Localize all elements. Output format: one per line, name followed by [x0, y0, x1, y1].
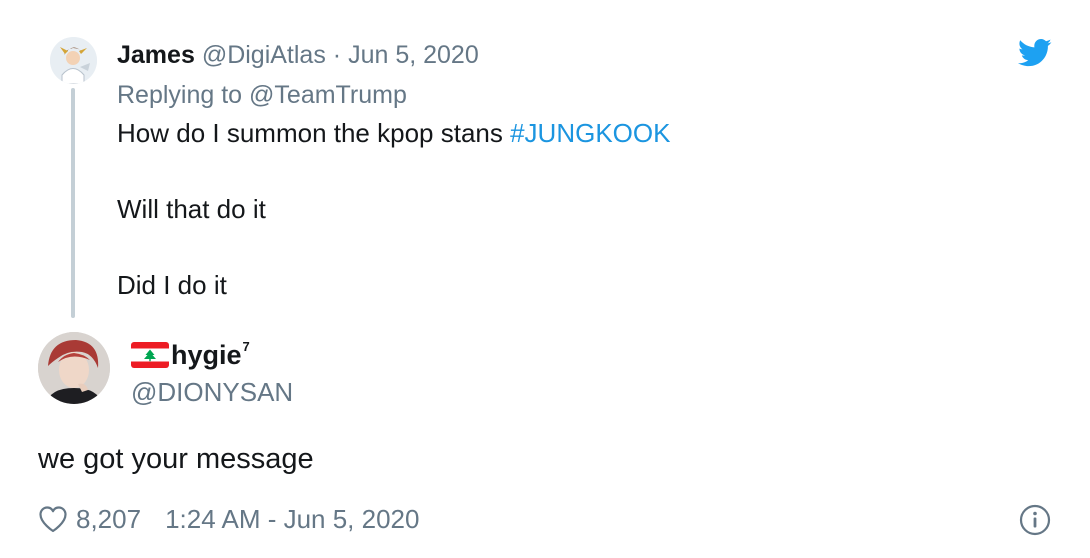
hashtag-link[interactable]: #JUNGKOOK [510, 118, 670, 148]
parent-tweet-date[interactable]: Jun 5, 2020 [348, 41, 479, 69]
replying-to-mention[interactable]: @TeamTrump [249, 81, 407, 109]
parent-avatar[interactable] [50, 37, 97, 84]
heart-icon[interactable] [38, 505, 68, 533]
thread-connector-line [71, 88, 75, 318]
parent-tweet-line-1: How do I summon the kpop stans #JUNGKOOK [117, 116, 670, 150]
parent-line-1-text: How do I summon the kpop stans [117, 118, 511, 148]
embedded-tweet: James @DigiAtlas · Jun 5, 2020 Replying … [0, 0, 1090, 558]
twitter-bird-icon[interactable] [1018, 38, 1052, 68]
header-separator: · [332, 41, 342, 69]
anime-avatar-icon [50, 37, 97, 84]
info-icon[interactable] [1019, 504, 1051, 536]
tweet-footer: 8,207 1:24 AM - Jun 5, 2020 [38, 500, 419, 538]
parent-tweet-header: James @DigiAtlas · Jun 5, 2020 [117, 38, 479, 72]
main-avatar[interactable] [38, 332, 110, 404]
main-tweet-text: we got your message [38, 443, 314, 475]
parent-tweet-line-3: Did I do it [117, 270, 227, 300]
parent-tweet-line-2: Will that do it [117, 194, 266, 224]
lebanon-flag-icon [131, 342, 169, 368]
like-count[interactable]: 8,207 [76, 504, 141, 535]
replying-to-prefix: Replying to [117, 81, 243, 109]
parent-author-name[interactable]: James [117, 41, 195, 69]
profile-photo-icon [38, 332, 110, 404]
tweet-timestamp[interactable]: 1:24 AM - Jun 5, 2020 [165, 504, 419, 535]
main-author-name: hygie [171, 339, 242, 370]
replying-to-line: Replying to @TeamTrump [117, 78, 407, 112]
main-author-name-row[interactable]: hygie 7 [131, 336, 250, 374]
parent-author-handle[interactable]: @DigiAtlas [202, 41, 326, 69]
main-author-handle[interactable]: @DIONYSAN [131, 375, 293, 409]
main-author-name-superscript: 7 [242, 338, 250, 354]
